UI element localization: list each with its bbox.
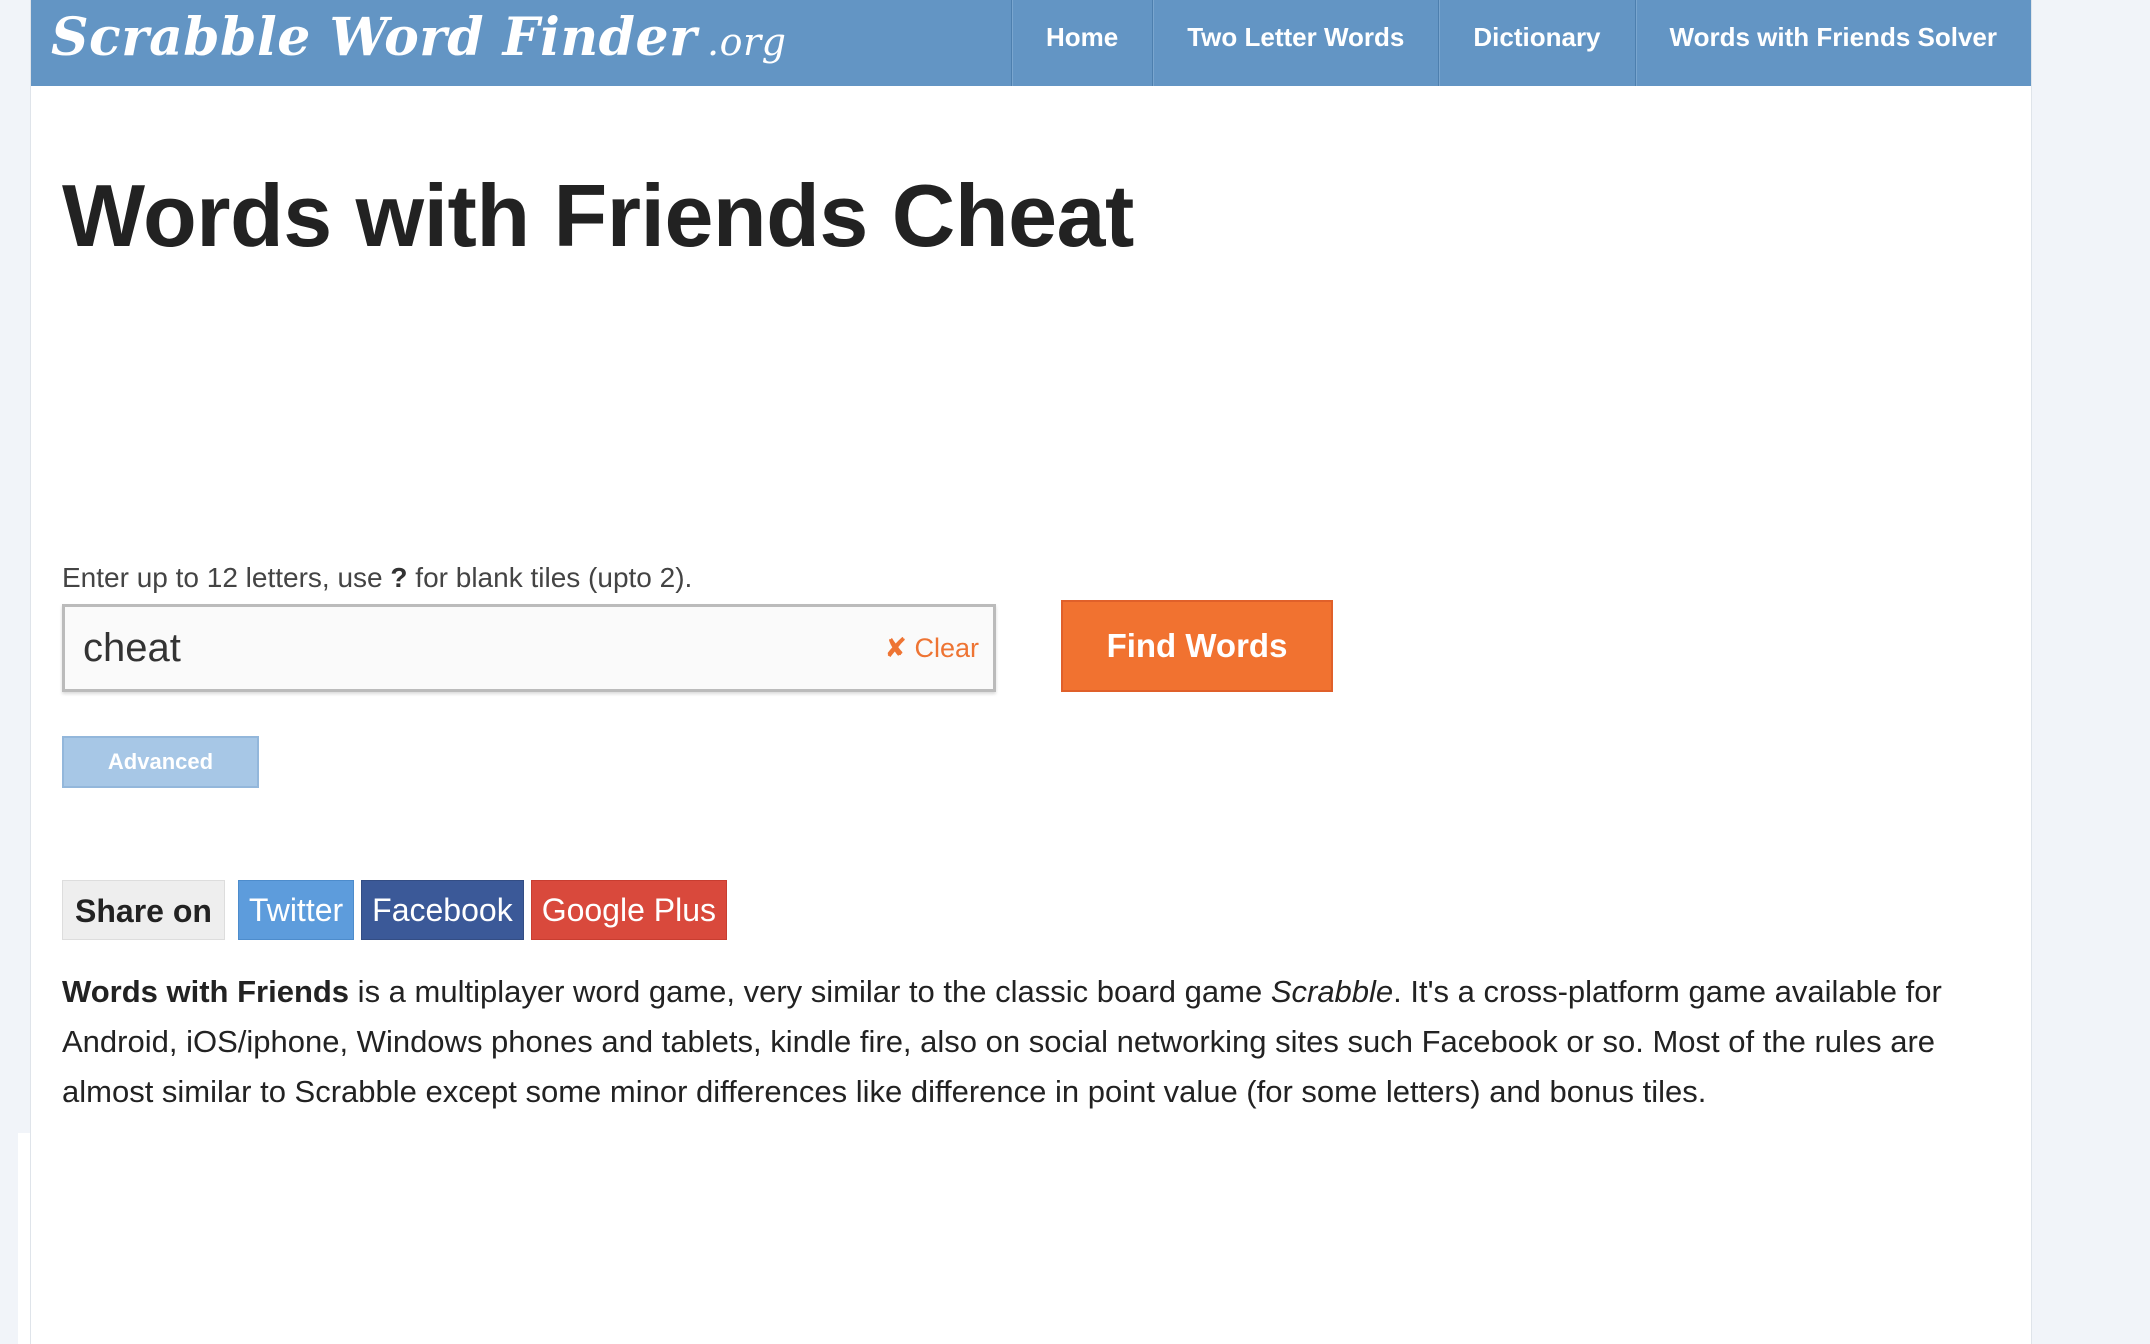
nav-menu: Home Two Letter Words Dictionary Words w…	[1010, 0, 2031, 86]
share-twitter-button[interactable]: Twitter	[237, 880, 355, 940]
blank-tile-symbol: ?	[390, 562, 408, 593]
search-instructions: Enter up to 12 letters, use ? for blank …	[62, 562, 692, 594]
share-facebook-button[interactable]: Facebook	[361, 880, 524, 940]
instructions-text: Enter up to 12 letters, use	[62, 562, 391, 593]
instructions-text-end: for blank tiles (upto 2).	[407, 562, 693, 593]
nav-two-letter-words[interactable]: Two Letter Words	[1152, 0, 1438, 86]
logo-text: Scrabble Word Finder	[51, 7, 697, 68]
clear-label: Clear	[914, 633, 979, 663]
share-bar: Share on Twitter Facebook Google Plus	[62, 880, 734, 940]
description-text-1: is a multiplayer word game, very similar…	[349, 974, 1271, 1009]
find-words-button[interactable]: Find Words	[1061, 600, 1333, 692]
advanced-options-button[interactable]: Advanced Options	[62, 736, 259, 822]
page-container: Scrabble Word Finder .org Home Two Letter…	[30, 0, 2032, 1344]
description-paragraph: Words with Friends is a multiplayer word…	[62, 967, 2032, 1117]
letters-input[interactable]	[65, 607, 863, 689]
description-bold: Words with Friends	[62, 974, 350, 1009]
nav-home[interactable]: Home	[1010, 0, 1152, 86]
letters-input-container: ✘ Clear	[62, 604, 996, 692]
site-logo[interactable]: Scrabble Word Finder .org	[51, 0, 786, 86]
description-italic: Scrabble	[1270, 974, 1394, 1009]
page-title: Words with Friends Cheat	[62, 166, 1134, 265]
clear-icon: ✘	[884, 633, 907, 663]
nav-words-with-friends-solver[interactable]: Words with Friends Solver	[1634, 0, 2031, 86]
navbar: Scrabble Word Finder .org Home Two Letter…	[31, 0, 2031, 86]
clear-button[interactable]: ✘ Clear	[884, 607, 979, 689]
nav-dictionary[interactable]: Dictionary	[1438, 0, 1634, 86]
share-label: Share on	[62, 880, 225, 940]
share-google-plus-button[interactable]: Google Plus	[530, 880, 728, 940]
logo-suffix: .org	[706, 20, 787, 64]
